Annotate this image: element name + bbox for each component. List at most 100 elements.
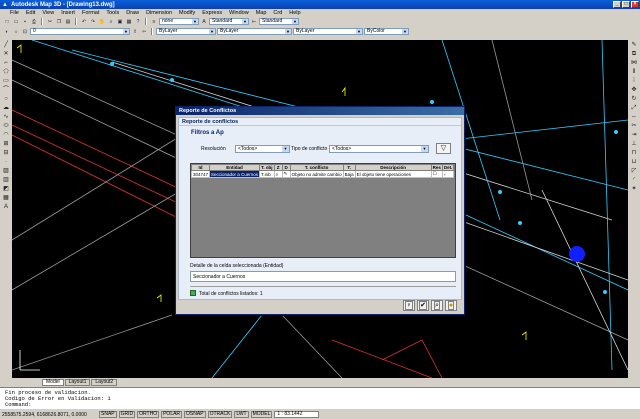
mirror-icon[interactable]: ⋈ <box>630 60 639 67</box>
menu-item-map[interactable]: Map <box>256 10 267 16</box>
menu-item-draw[interactable]: Draw <box>126 10 139 16</box>
menu-item-file[interactable]: File <box>10 10 19 16</box>
paste-icon[interactable]: ▤ <box>64 18 72 25</box>
properties-icon[interactable]: ▦ <box>125 18 133 25</box>
print-icon[interactable]: ⎙ <box>30 18 38 25</box>
checkbox-icon[interactable]: ☐ <box>433 172 437 177</box>
array-icon[interactable]: ⁞ <box>630 78 639 85</box>
cell-t[interactable]: Baja <box>342 170 356 178</box>
linetype-combo[interactable]: ByLayer ▼ <box>217 28 292 35</box>
menu-item-format[interactable]: Format <box>82 10 99 16</box>
layer-manager-icon[interactable]: ≡ <box>150 18 158 25</box>
trim-icon[interactable]: ✂ <box>630 123 639 130</box>
col-header-res[interactable]: Res <box>430 164 443 171</box>
scale-icon[interactable]: ⤢ <box>630 105 639 112</box>
circle-icon[interactable]: ○ <box>2 96 11 103</box>
pan-icon[interactable]: ✋ <box>98 18 106 25</box>
model-toggle[interactable]: MODEL <box>250 411 273 418</box>
resolution-select[interactable]: <Todos> ▼ <box>235 145 290 153</box>
rotate-icon[interactable]: ↻ <box>630 96 639 103</box>
otrack-toggle[interactable]: OTRACK <box>207 411 233 418</box>
scale-field[interactable]: 1 : 83.1442 <box>274 411 320 418</box>
fillet-icon[interactable]: ◜ <box>630 177 639 184</box>
sun-icon[interactable]: ☼ <box>12 28 20 35</box>
tab-layout2[interactable]: Layout2 <box>91 378 118 386</box>
bulb-button[interactable]: ♀ <box>403 300 415 311</box>
menu-item-modify[interactable]: Modify <box>179 10 195 16</box>
textstyle-combo[interactable]: Standard ▼ <box>259 18 299 25</box>
menu-item-insert[interactable]: Insert <box>61 10 75 16</box>
table-row[interactable]: 304747 Seccionador a Cuernos T.inb ⌕ ✎ O… <box>190 170 455 178</box>
cell-id[interactable]: 304747 <box>190 170 211 178</box>
cell-conflict-type[interactable]: Objeto no admite cambio <box>289 170 344 178</box>
help-icon[interactable]: ? <box>134 18 142 25</box>
ellipse-arc-icon[interactable]: ◠ <box>2 132 11 139</box>
accept-button[interactable]: ✔ <box>417 300 429 311</box>
mtext-icon[interactable]: A <box>2 204 11 211</box>
polar-toggle[interactable]: POLAR <box>161 411 183 418</box>
cell-obj-type[interactable]: T.inb <box>259 170 275 178</box>
stretch-icon[interactable]: ⇔ <box>630 114 639 121</box>
menu-item-help[interactable]: Help <box>289 10 300 16</box>
zoom-icon[interactable]: ⌕ <box>107 18 115 25</box>
col-header-det[interactable]: Det. <box>441 164 455 171</box>
spline-icon[interactable]: ∿ <box>2 114 11 121</box>
ellipse-icon[interactable]: ⬭ <box>2 123 11 130</box>
insert-block-icon[interactable]: ⊞ <box>2 141 11 148</box>
plotstyle-combo[interactable]: ByColor ▼ <box>364 28 409 35</box>
construction-line-icon[interactable]: ✕ <box>2 51 11 58</box>
cell-entity[interactable]: Seccionador a Cuernos <box>209 170 261 178</box>
refresh-button[interactable]: ● <box>445 300 457 311</box>
layer-combo[interactable]: 0 ▼ <box>30 28 130 35</box>
line-icon[interactable]: ╱ <box>2 42 11 49</box>
menu-item-dimension[interactable]: Dimension <box>146 10 172 16</box>
move-icon[interactable]: ✥ <box>630 87 639 94</box>
search-button[interactable]: ⌕ <box>431 300 443 311</box>
apply-filter-button[interactable]: ▽ <box>436 143 451 154</box>
revision-cloud-icon[interactable]: ☁ <box>2 105 11 112</box>
redo-icon[interactable]: ↷ <box>89 18 97 25</box>
snap-toggle[interactable]: SNAP <box>99 411 117 418</box>
menu-item-view[interactable]: View <box>42 10 54 16</box>
join-icon[interactable]: ⊔ <box>630 159 639 166</box>
copy-object-icon[interactable]: ⧉ <box>630 51 639 58</box>
polyline-icon[interactable]: ⌐ <box>2 60 11 67</box>
erase-icon[interactable]: ✎ <box>630 42 639 49</box>
save-icon[interactable]: ▪ <box>21 18 29 25</box>
dim-style-icon[interactable]: ⊢ <box>250 18 258 25</box>
conflict-type-select[interactable]: <Todos> ▼ <box>329 145 429 153</box>
offset-icon[interactable]: ⫴ <box>630 69 639 76</box>
new-icon[interactable]: □ <box>3 18 11 25</box>
close-button[interactable]: × <box>631 1 639 8</box>
undo-icon[interactable]: ↶ <box>80 18 88 25</box>
style-combo[interactable]: none ▼ <box>159 18 199 25</box>
make-current-icon[interactable]: ⇧ <box>131 28 139 35</box>
detail-field[interactable]: Seccionador a Cuernos <box>190 271 456 282</box>
dimstyle-combo[interactable]: Standard ▼ <box>209 18 249 25</box>
col-header-obj-type[interactable]: T. obj <box>259 164 275 171</box>
ortho-toggle[interactable]: ORTHO <box>137 411 160 418</box>
cell-res[interactable]: ☐ <box>430 170 443 178</box>
menu-item-express[interactable]: Express <box>202 10 222 16</box>
maximize-button[interactable]: □ <box>622 1 630 8</box>
cell-d[interactable]: ✎ <box>281 170 291 178</box>
cell-z[interactable]: ⌕ <box>273 170 283 178</box>
lwt-toggle[interactable]: LWT <box>234 411 249 418</box>
region-icon[interactable]: ◩ <box>2 186 11 193</box>
lineweight-combo[interactable]: ByLayer ▼ <box>293 28 363 35</box>
point-icon[interactable]: · <box>2 159 11 166</box>
chamfer-icon[interactable]: ◸ <box>630 168 639 175</box>
break-icon[interactable]: ⊓ <box>630 150 639 157</box>
tab-layout1[interactable]: Layout1 <box>64 378 91 386</box>
conflicts-grid[interactable]: Id Entidad T. obj Z D T. conflicto T. De… <box>190 163 456 258</box>
cell-det[interactable]: ▫ <box>441 170 455 178</box>
cut-icon[interactable]: ✂ <box>46 18 54 25</box>
layer-previous-icon[interactable]: ⇦ <box>140 28 148 35</box>
hatch-icon[interactable]: ▨ <box>2 168 11 175</box>
menu-item-crd[interactable]: Crd <box>273 10 282 16</box>
break-point-icon[interactable]: ⊥ <box>630 141 639 148</box>
cell-description[interactable]: El objeto tiene operaciones <box>354 170 432 178</box>
menu-item-tools[interactable]: Tools <box>106 10 119 16</box>
table-icon[interactable]: ▦ <box>2 195 11 202</box>
lock-icon[interactable]: ⊡ <box>21 28 29 35</box>
